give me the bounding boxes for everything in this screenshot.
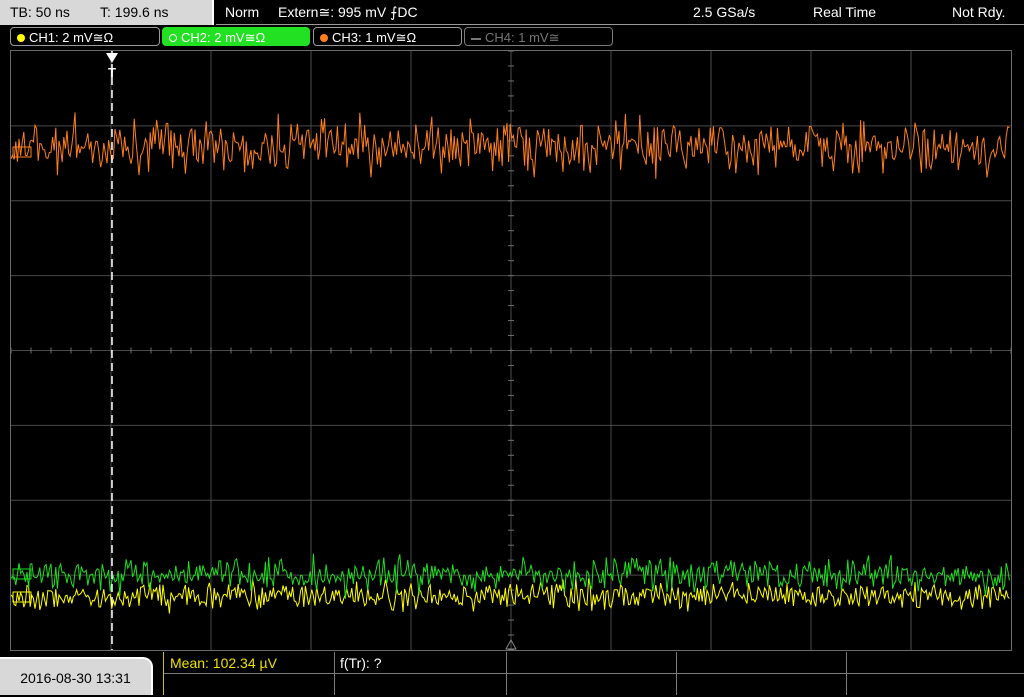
- ch3-trace: [11, 112, 1010, 179]
- mean-measurement[interactable]: Mean: 102.34 µV: [170, 652, 277, 695]
- trigger-mode: Norm: [225, 4, 260, 20]
- tab-ch2[interactable]: CH2: 2 mV≅Ω: [162, 27, 310, 46]
- timebase-readout: TB: 50 ns: [10, 4, 70, 20]
- meas-divider: [164, 673, 1024, 674]
- ch1-trace: [11, 578, 1010, 614]
- ch2-label: CH2: 2 mV≅Ω: [181, 30, 266, 45]
- tab-ch1[interactable]: CH1: 2 mV≅Ω: [10, 27, 160, 46]
- meas-divider: [334, 652, 335, 695]
- trigger-marker-label: T: [108, 65, 116, 80]
- acquisition-mode: Real Time: [813, 4, 877, 20]
- waveform-display[interactable]: T: [10, 50, 1012, 651]
- trigger-source: Extern≅: 995 mV ⨍DC: [278, 4, 418, 20]
- tab-ch3[interactable]: CH3: 1 mV≅Ω: [313, 27, 462, 46]
- meas-divider: [846, 652, 847, 695]
- status-bar: TB: 50 ns T: 199.6 ns Norm Extern≅: 995 …: [0, 0, 1024, 25]
- measurement-panel[interactable]: Mean: 102.34 µV f(Tr): ?: [163, 652, 1024, 695]
- ch2-indicator-icon: [169, 33, 177, 42]
- ch4-indicator-icon: [471, 37, 481, 40]
- trigger-time-readout: T: 199.6 ns: [100, 4, 169, 20]
- traces: [11, 112, 1010, 614]
- frequency-measurement[interactable]: f(Tr): ?: [340, 652, 381, 695]
- datetime-display: 2016-08-30 13:31: [0, 657, 153, 695]
- datetime-label: 2016-08-30 13:31: [20, 670, 131, 686]
- tab-ch4[interactable]: CH4: 1 mV≅: [464, 27, 613, 46]
- waveform-canvas: T: [11, 51, 1011, 650]
- meas-divider: [506, 652, 507, 695]
- ch4-label: CH4: 1 mV≅: [485, 30, 560, 45]
- timebase-panel[interactable]: TB: 50 ns T: 199.6 ns: [0, 0, 214, 25]
- trigger-info-panel[interactable]: Norm Extern≅: 995 mV ⨍DC 2.5 GSa/s Real …: [216, 0, 1024, 25]
- ch3-label: CH3: 1 mV≅Ω: [332, 30, 417, 45]
- acquisition-state: Not Rdy.: [952, 4, 1006, 20]
- ch1-indicator-icon: [17, 33, 25, 42]
- ch3-indicator-icon: [320, 33, 328, 42]
- ch1-label: CH1: 2 mV≅Ω: [29, 30, 114, 45]
- meas-divider: [676, 652, 677, 695]
- trigger-arrow-icon: [106, 53, 118, 63]
- sample-rate: 2.5 GSa/s: [693, 4, 756, 20]
